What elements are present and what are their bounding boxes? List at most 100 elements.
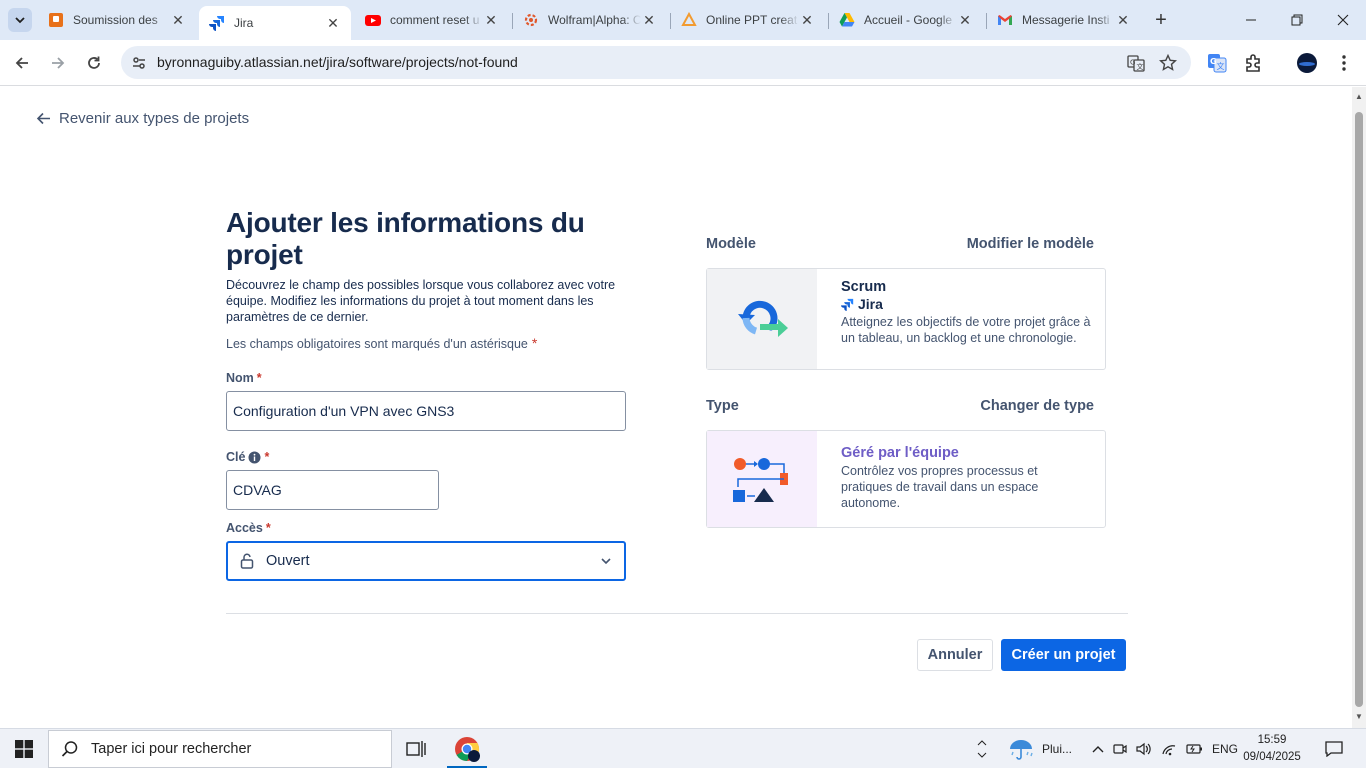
scroll-down-arrow-icon[interactable]: ▼ [1355, 713, 1363, 721]
info-icon[interactable] [248, 451, 261, 464]
page-title: Ajouter les informations du projet [226, 207, 585, 270]
template-heading: Modèle [706, 236, 756, 252]
required-fields-note: Les champs obligatoires sont marqués d'u… [226, 335, 537, 351]
create-project-button[interactable]: Créer un projet [1001, 639, 1126, 671]
type-section-header: Type Changer de type [706, 398, 1094, 414]
project-key-field[interactable] [226, 470, 439, 510]
notification-icon [1325, 741, 1343, 757]
new-tab-button[interactable]: + [1150, 8, 1172, 32]
address-bar[interactable]: byronnaguiby.atlassian.net/jira/software… [121, 46, 1191, 79]
tab-youtube[interactable]: comment reset u ✕ [355, 6, 509, 34]
template-product-name: Jira [858, 296, 883, 312]
close-icon[interactable]: ✕ [483, 12, 499, 28]
tab-soumission[interactable]: Soumission des ✕ [38, 6, 196, 34]
chrome-icon [455, 737, 480, 762]
scrum-cycle-icon [738, 300, 788, 337]
footer-divider [226, 613, 1128, 614]
translate-icon[interactable]: G文 [1126, 53, 1146, 73]
svg-text:G: G [1130, 59, 1135, 67]
jira-icon [841, 298, 854, 311]
arrow-left-icon [15, 57, 28, 69]
weather-widget[interactable]: Plui... [1008, 729, 1072, 768]
profile-avatar[interactable] [1296, 52, 1318, 74]
reload-button[interactable] [80, 49, 108, 77]
speaker-icon[interactable] [1136, 742, 1152, 756]
battery-icon[interactable] [1186, 742, 1204, 756]
close-icon[interactable]: ✕ [1115, 12, 1131, 28]
template-description: Atteignez les objectifs de votre projet … [841, 315, 1091, 345]
ppt-creator-icon [681, 12, 697, 28]
template-section-header: Modèle Modifier le modèle [706, 236, 1094, 252]
tray-scroll-arrows[interactable] [974, 729, 990, 768]
type-card[interactable]: Géré par l'équipe Contrôlez vos propres … [706, 430, 1106, 528]
umbrella-rain-icon [1010, 740, 1033, 760]
project-name-field[interactable] [226, 391, 626, 431]
required-asterisk: * [256, 371, 262, 385]
template-product: Jira [841, 296, 1091, 312]
tab-google-drive[interactable]: Accueil - Google ✕ [829, 6, 983, 34]
access-select[interactable]: Ouvert [226, 541, 626, 581]
windows-taskbar: Taper ici pour rechercher Plui... ENG 15… [0, 728, 1366, 768]
language-indicator[interactable]: ENG [1212, 729, 1238, 768]
project-key-input[interactable] [233, 482, 432, 498]
taskbar-chrome-app[interactable] [443, 729, 491, 768]
minimize-button[interactable] [1228, 0, 1274, 40]
access-label-text: Accès [226, 521, 263, 535]
page-scrollbar[interactable]: ▲ ▼ [1352, 87, 1366, 728]
template-card[interactable]: Scrum Jira Atteignez les objectifs de vo… [706, 268, 1106, 370]
jira-create-project-page: Revenir aux types de projets Ajouter les… [0, 87, 1352, 728]
close-icon[interactable]: ✕ [799, 12, 815, 28]
back-to-project-types-link[interactable]: Revenir aux types de projets [36, 110, 249, 127]
tab-title: comment reset u [390, 13, 480, 27]
gmail-icon [997, 12, 1013, 28]
type-description: Contrôlez vos propres processus et prati… [841, 464, 1039, 510]
close-icon[interactable]: ✕ [957, 12, 973, 28]
back-button[interactable] [8, 49, 36, 77]
cancel-button[interactable]: Annuler [917, 639, 993, 671]
tab-jira[interactable]: Jira ✕ [199, 6, 351, 40]
youtube-icon [365, 12, 381, 28]
tab-wolfram[interactable]: Wolfram|Alpha: C ✕ [513, 6, 667, 34]
google-translate-extension-icon[interactable]: G文 [1206, 52, 1228, 74]
close-window-button[interactable] [1320, 0, 1366, 40]
close-icon[interactable]: ✕ [325, 15, 341, 31]
start-button[interactable] [0, 729, 48, 768]
change-type-link[interactable]: Changer de type [980, 398, 1094, 414]
forward-button[interactable] [44, 49, 72, 77]
taskbar-search-box[interactable]: Taper ici pour rechercher [48, 730, 392, 768]
windows-logo-icon [15, 740, 33, 758]
wifi-icon[interactable] [1161, 742, 1177, 756]
team-managed-workflow-icon [733, 458, 788, 502]
change-template-link[interactable]: Modifier le modèle [967, 236, 1094, 252]
back-link-label: Revenir aux types de projets [59, 110, 250, 127]
tab-title: Messagerie Insti [1022, 13, 1110, 27]
site-settings-icon[interactable] [129, 53, 149, 73]
orange-square-icon [48, 12, 64, 28]
name-label-text: Nom [226, 371, 254, 385]
tab-search-button[interactable] [8, 8, 32, 32]
tab-ppt-creator[interactable]: Online PPT creat ✕ [671, 6, 825, 34]
notification-center-button[interactable] [1322, 729, 1346, 768]
meet-now-icon[interactable] [1113, 742, 1127, 756]
browser-tab-strip: Soumission des ✕ Jira ✕ comment reset u … [0, 0, 1366, 40]
url-text: byronnaguiby.atlassian.net/jira/software… [157, 54, 518, 70]
tab-gmail[interactable]: Messagerie Insti ✕ [987, 6, 1141, 34]
restore-button[interactable] [1274, 0, 1320, 40]
tab-title: Online PPT creat [706, 13, 798, 27]
close-icon[interactable]: ✕ [170, 12, 186, 28]
chevron-up-icon[interactable] [1092, 745, 1104, 753]
scrollbar-thumb[interactable] [1355, 112, 1363, 707]
task-view-button[interactable] [392, 729, 440, 768]
extensions-puzzle-icon[interactable] [1243, 52, 1265, 74]
clock-time: 15:59 [1257, 734, 1287, 746]
access-selected-value: Ouvert [266, 553, 310, 569]
system-tray-icons[interactable] [1092, 729, 1204, 768]
scroll-up-arrow-icon[interactable]: ▲ [1355, 93, 1363, 101]
project-name-input[interactable] [233, 403, 619, 419]
chrome-menu-icon[interactable] [1333, 52, 1355, 74]
bookmark-star-icon[interactable] [1158, 53, 1178, 73]
close-icon[interactable]: ✕ [641, 12, 657, 28]
minimize-icon [1246, 19, 1256, 21]
clock[interactable]: 15:59 09/04/2025 [1240, 732, 1304, 766]
jira-icon [209, 15, 225, 31]
